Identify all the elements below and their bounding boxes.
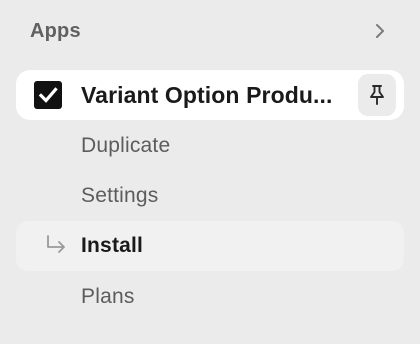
checkmark-icon bbox=[34, 81, 62, 109]
subdirectory-arrow-icon bbox=[44, 234, 68, 258]
sub-item-label: Duplicate bbox=[81, 134, 171, 157]
app-item-variant-option[interactable]: Variant Option Produ... bbox=[16, 70, 404, 120]
sub-item-label: Plans bbox=[81, 285, 135, 308]
app-name: Variant Option Produ... bbox=[81, 81, 333, 108]
apps-section-header[interactable]: Apps bbox=[16, 10, 404, 52]
pin-button[interactable] bbox=[358, 74, 396, 116]
sub-item-settings[interactable]: Settings bbox=[16, 171, 404, 221]
sub-item-label: Settings bbox=[81, 184, 159, 207]
pin-icon bbox=[365, 83, 389, 107]
chevron-right-icon[interactable] bbox=[370, 21, 390, 41]
sub-item-label: Install bbox=[81, 234, 144, 257]
sub-item-install[interactable]: Install bbox=[16, 221, 404, 271]
apps-nav-panel: Apps Variant Option Produ... Duplicate S… bbox=[0, 0, 420, 344]
sub-item-duplicate[interactable]: Duplicate bbox=[16, 121, 404, 171]
apps-section-title: Apps bbox=[30, 19, 81, 42]
sub-item-plans[interactable]: Plans bbox=[16, 272, 404, 322]
